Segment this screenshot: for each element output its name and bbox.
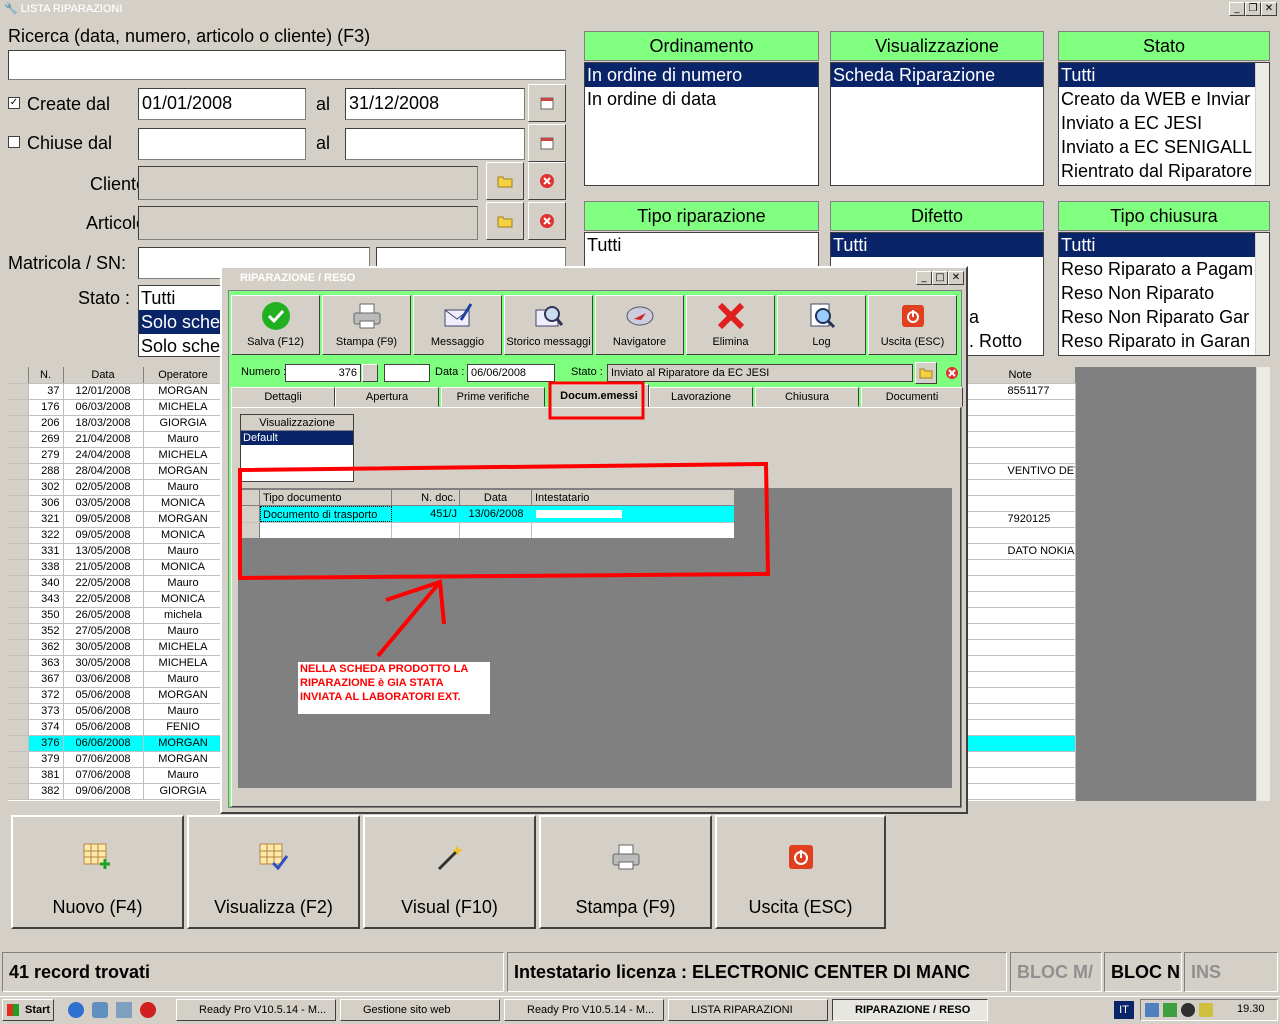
network-icon[interactable]: [1145, 1003, 1159, 1017]
antivirus-icon[interactable]: [1163, 1003, 1177, 1017]
start-label: Start: [25, 1004, 51, 1016]
annotation-arrow: [376, 579, 446, 658]
grid-highlight-box: [238, 461, 771, 581]
readypro-quick-icon[interactable]: [140, 1002, 156, 1018]
task-riparazione-reso[interactable]: RIPARAZIONE / RESO: [832, 999, 988, 1021]
task-gestione-sito[interactable]: Gestione sito web: [340, 999, 500, 1021]
start-button[interactable]: Start: [2, 999, 54, 1021]
system-tray: 19.30: [1140, 999, 1278, 1021]
language-indicator[interactable]: IT: [1114, 1001, 1134, 1019]
task-lista-riparazioni[interactable]: LISTA RIPARAZIONI: [668, 999, 828, 1021]
windows-logo-icon: [7, 1004, 19, 1016]
taskbar: Start Ready Pro V10.5.14 - M... Gestione…: [0, 996, 1280, 1024]
media-icon[interactable]: [1181, 1003, 1195, 1017]
ie-icon[interactable]: [68, 1002, 84, 1018]
desktop-icon[interactable]: [116, 1002, 132, 1018]
annotation-overlay: [238, 381, 771, 658]
tab-highlight-box: [548, 381, 645, 420]
tray-icon[interactable]: [1199, 1003, 1213, 1017]
clock: 19.30: [1237, 1003, 1265, 1015]
task-readypro-2[interactable]: Ready Pro V10.5.14 - M...: [504, 999, 664, 1021]
outlook-icon[interactable]: [92, 1002, 108, 1018]
task-readypro-1[interactable]: Ready Pro V10.5.14 - M...: [176, 999, 336, 1021]
